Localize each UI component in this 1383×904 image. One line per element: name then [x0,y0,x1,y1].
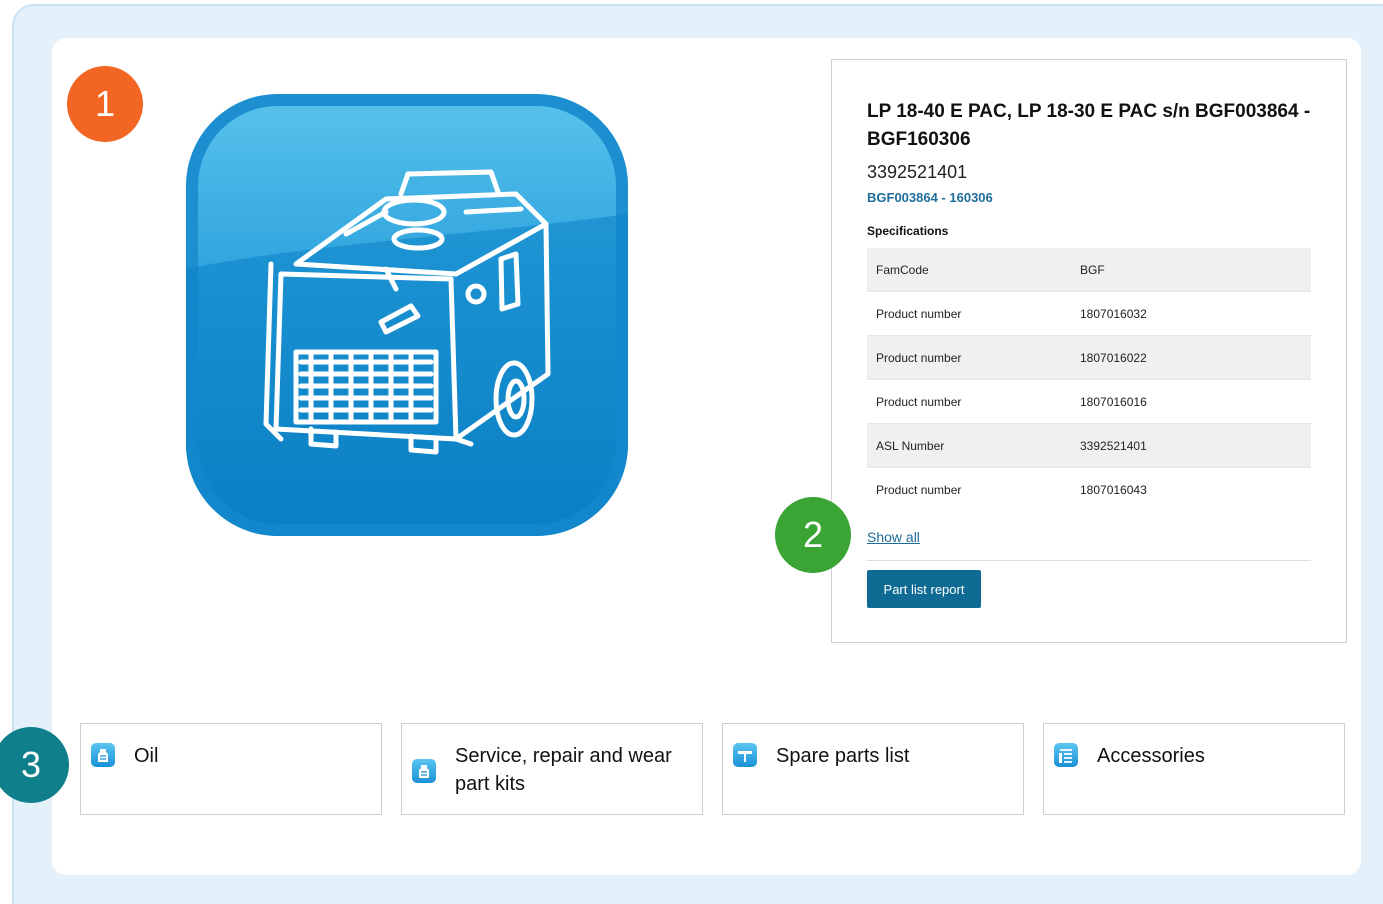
show-all-link[interactable]: Show all [867,529,920,545]
spec-value: 1807016022 [1080,350,1147,365]
spec-value: BGF [1080,262,1105,277]
category-label: Oil [134,745,159,767]
spec-value: 3392521401 [1080,438,1147,453]
category-card-accessories[interactable]: Accessories [1043,723,1345,815]
category-card-service-kits[interactable]: Service, repair and wear part kits [401,723,703,815]
spec-value: 1807016016 [1080,394,1147,409]
category-card-spare-parts[interactable]: Spare parts list [722,723,1024,815]
category-label: Spare parts list [776,745,910,767]
spec-row: ASL Number 3392521401 [867,424,1311,468]
spec-key: ASL Number [876,438,945,453]
spare-parts-icon [733,743,757,767]
serial-range: BGF003864 - 160306 [867,190,993,205]
product-title: LP 18-40 E PAC, LP 18-30 E PAC s/n BGF00… [867,101,1311,150]
spec-key: Product number [876,483,962,497]
spec-value: 1807016043 [1080,483,1147,497]
product-code: 3392521401 [867,162,968,182]
spec-row: Product number 1807016032 [867,292,1311,336]
callout-marker-1: 1 [67,66,143,142]
divider [867,560,1311,561]
callout-marker-2: 2 [775,497,851,573]
category-label: Service, repair and wear part kits [455,745,672,795]
spec-key: FamCode [876,262,929,277]
category-card-oil[interactable]: Oil [80,723,382,815]
product-image [186,94,628,536]
accessories-icon [1054,743,1078,767]
spec-row: FamCode BGF [867,248,1311,292]
specifications-table: FamCode BGF Product number 1807016032 Pr… [867,248,1311,512]
service-kit-icon [412,759,436,783]
part-list-report-button[interactable]: Part list report [867,570,981,608]
spec-key: Product number [876,394,962,409]
power-pack-icon [186,169,628,536]
category-label: Accessories [1097,745,1205,767]
spec-value: 1807016032 [1080,306,1147,321]
spec-row: Product number 1807016022 [867,336,1311,380]
product-detail-panel: LP 18-40 E PAC, LP 18-30 E PAC s/n BGF00… [831,59,1347,643]
spec-row: Product number 1807016016 [867,380,1311,424]
specifications-heading: Specifications [867,224,949,238]
spec-key: Product number [876,350,962,365]
oil-icon [91,743,115,767]
spec-row: Product number 1807016043 [867,468,1311,512]
spec-key: Product number [876,306,962,321]
